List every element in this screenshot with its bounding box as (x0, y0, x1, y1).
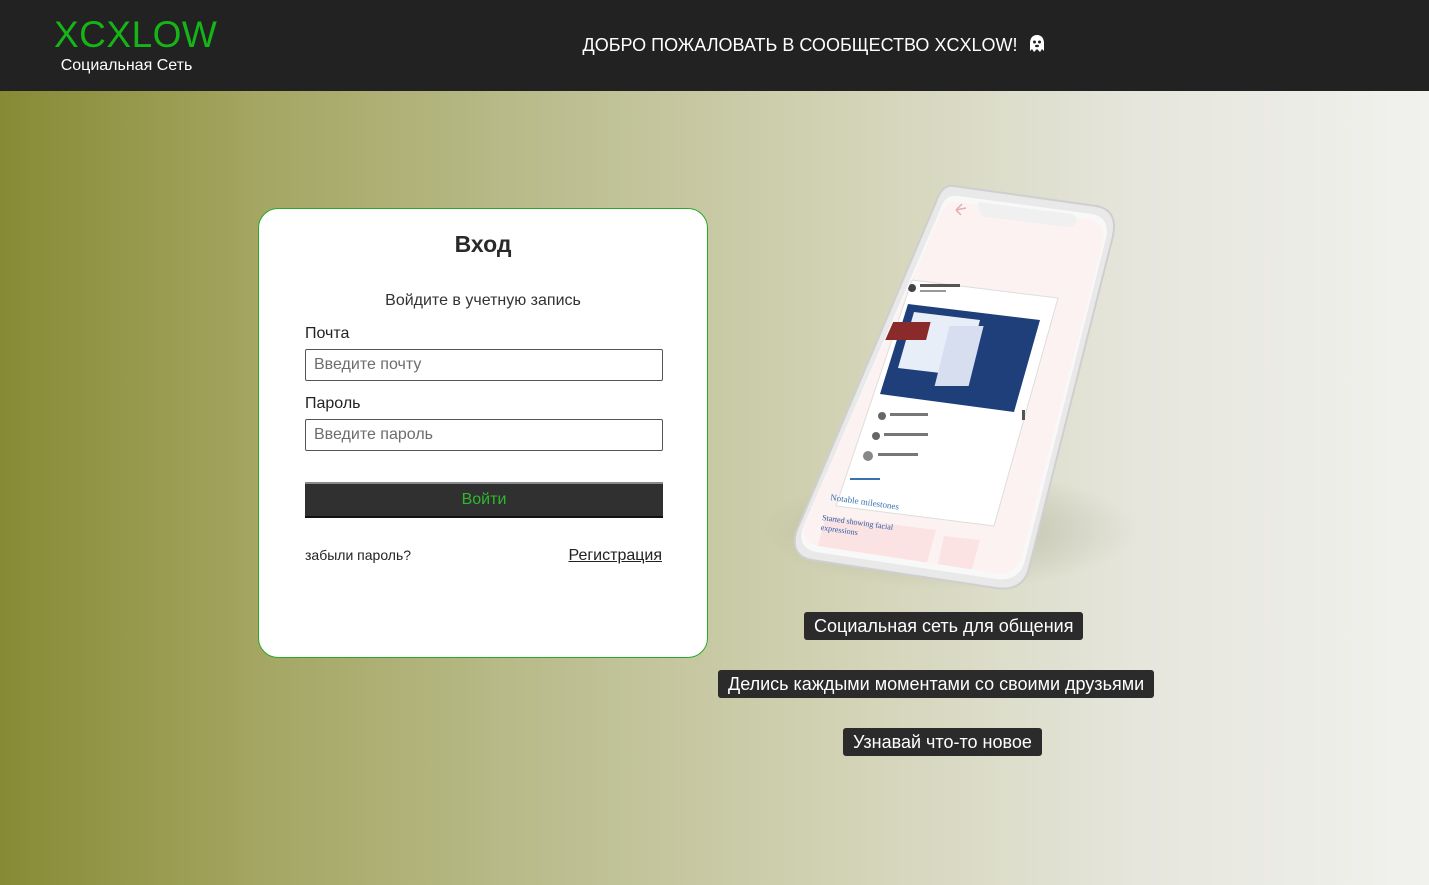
welcome-text: ДОБРО ПОЖАЛОВАТЬ В СООБЩЕСТВО XCXLOW! (582, 35, 1018, 55)
brand-tagline: Социальная Сеть (60, 57, 193, 74)
login-button[interactable]: Войти (305, 482, 663, 518)
promo-line-1: Социальная сеть для общения (804, 612, 1084, 640)
main-area (0, 91, 1429, 885)
phone-illustration: Notable milestones Started showing facia… (790, 180, 1130, 590)
login-card: Вход Войдите в учетную запись Почта Паро… (258, 208, 708, 658)
promo-line-3: Узнавай что-то новое (843, 728, 1042, 756)
register-link[interactable]: Регистрация (568, 547, 662, 565)
email-label: Почта (305, 325, 350, 342)
email-input[interactable] (305, 349, 663, 381)
password-input[interactable] (305, 419, 663, 451)
phone-milestone-card: Started showing facial expressions (820, 513, 894, 538)
login-title: Вход (454, 231, 512, 257)
login-subtitle: Войдите в учетную запись (385, 292, 581, 309)
promo-line-2: Делись каждыми моментами со своими друзь… (718, 670, 1155, 698)
welcome-banner: ДОБРО ПОЖАЛОВАТЬ В СООБЩЕСТВО XCXLOW! (0, 34, 1429, 59)
forgot-password-link[interactable]: забыли пароль? (305, 547, 411, 563)
password-label: Пароль (305, 395, 361, 412)
ghost-icon (1028, 34, 1046, 59)
top-bar: XCXLOW Социальная Сеть ДОБРО ПОЖАЛОВАТЬ … (0, 0, 1429, 91)
